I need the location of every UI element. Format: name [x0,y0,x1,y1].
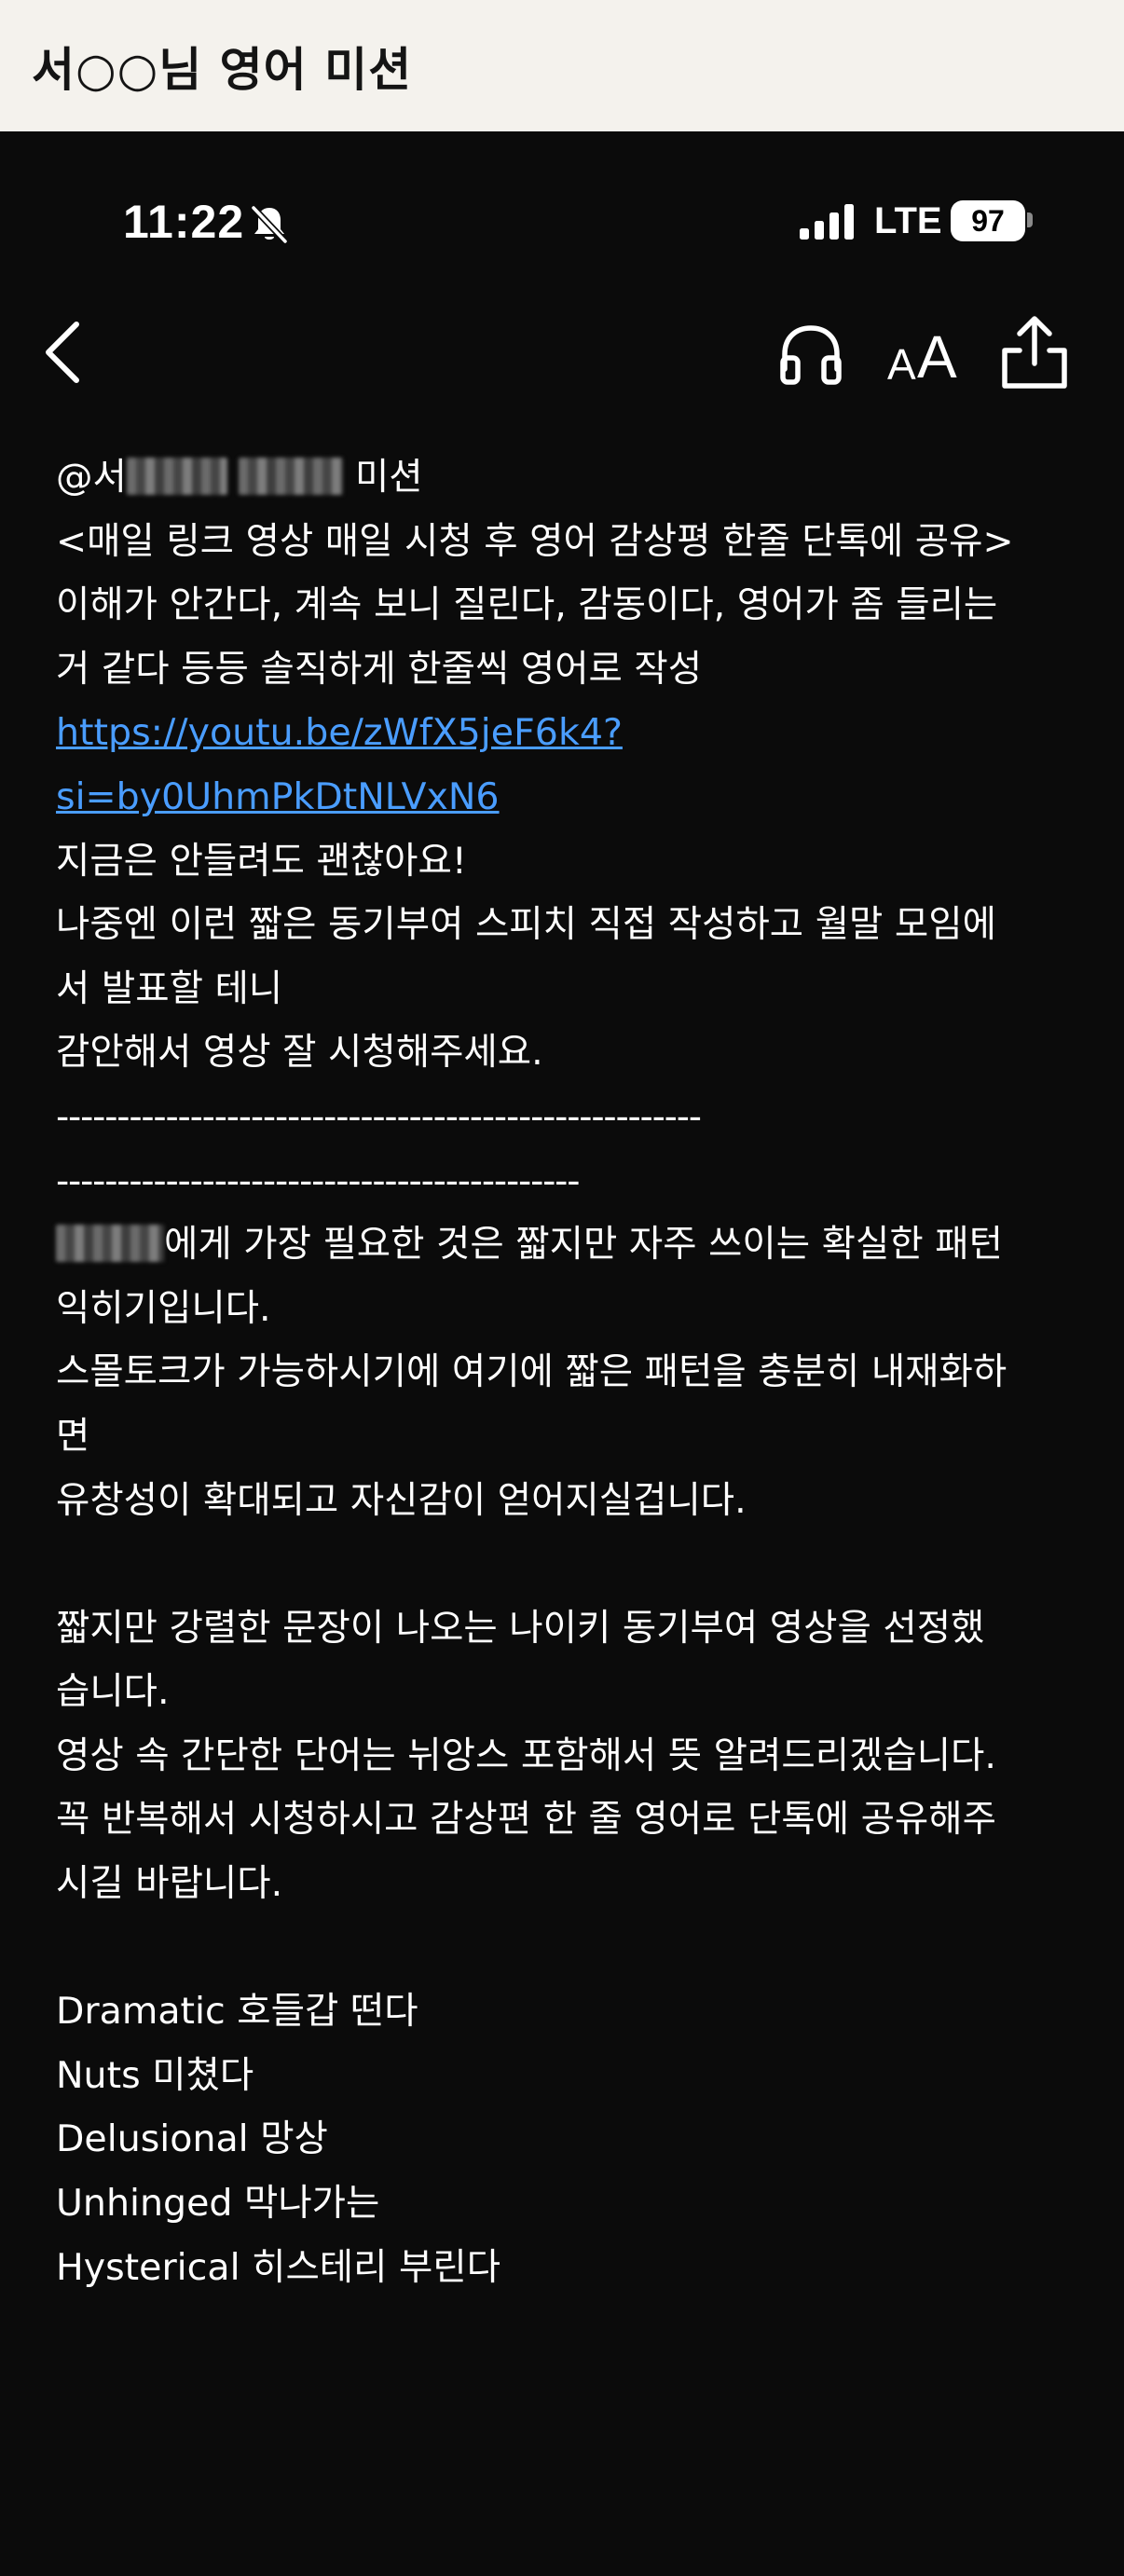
mention-prefix: @서 [56,456,127,499]
text-size-button[interactable]: A A [884,317,960,391]
message-line: 이해가 안간다, 계속 보니 질린다, 감동이다, 영어가 좀 들리는 [56,583,998,627]
message-line: 짧지만 강렬한 문장이 나오는 나이키 동기부여 영상을 선정했 [56,1606,985,1650]
message-line: 나중엔 이런 짧은 동기부여 스피치 직접 작성하고 월말 모임에 [56,903,996,947]
mention-suffix: 미션 [354,456,423,499]
redacted-name [56,1225,164,1263]
message-line: 꼭 반복해서 시청하시고 감상편 한 줄 영어로 단톡에 공유해주 [56,1798,996,1842]
redacted-word [239,458,344,495]
message-line: 서 발표할 테니 [56,966,283,1010]
vocab-item: Dramatic 호들갑 떤다 [56,1990,418,2034]
video-link-continued[interactable]: si=by0UhmPkDtNLVxN6 [56,775,500,818]
chevron-left-icon[interactable] [37,319,93,386]
message-line: 지금은 안들려도 괜찮아요! [56,839,467,883]
signal-icon [800,204,854,240]
message-line: 면 [56,1414,90,1458]
battery-tip [1027,212,1033,227]
status-time: 11:22 [123,196,245,248]
battery-level: 97 [971,203,1005,238]
message-line: <매일 링크 영상 매일 시청 후 영어 감상평 한줄 단톡에 공유> [56,519,1014,563]
divider-line: ----------------------------------------… [56,1094,702,1138]
redacted-name [126,458,227,495]
network-label: LTE [874,200,942,241]
text-size-small-label: A [887,340,916,389]
video-link-line-2: si=by0UhmPkDtNLVxN6 [56,765,1081,829]
bell-slash-icon [251,205,288,244]
nav-bar: A A [0,308,1124,397]
message-line-suffix: 에게 가장 필요한 것은 짧지만 자주 쓰이는 확실한 패턴 [164,1223,1003,1267]
vocab-item: Nuts 미쳤다 [56,2053,254,2097]
message-line: 영상 속 간단한 단어는 뉘앙스 포함해서 뜻 알려드리겠습니다. [56,1733,996,1777]
vocab-item: Hysterical 히스테리 부린다 [56,2245,501,2289]
message-line: 감안해서 영상 잘 시청해주세요. [56,1031,543,1075]
text-size-large-label: A [917,323,957,391]
message-line: 거 같다 등등 솔직하게 한줄씩 영어로 작성 [56,647,703,691]
headphones-icon[interactable] [774,317,848,391]
battery-indicator: 97 [951,200,1025,241]
share-icon[interactable] [997,313,1072,391]
message-line: 에게 가장 필요한 것은 짧지만 자주 쓰이는 확실한 패턴 [56,1213,1081,1277]
message-line: 익히기입니다. [56,1286,271,1330]
mention-line: @서 미션 [56,445,1081,510]
video-link[interactable]: https://youtu.be/zWfX5jeF6k4? [56,711,623,754]
vocab-item: Delusional 망상 [56,2117,328,2161]
message-line: 시길 바랍니다. [56,1862,283,1906]
banner-title: 서○○님 영어 미션 [32,42,413,97]
message-line: 습니다. [56,1670,170,1714]
status-bar: 11:22 LTE 97 [0,182,1124,266]
message-body: @서 미션 <매일 링크 영상 매일 시청 후 영어 감상평 한줄 단톡에 공유… [56,445,1081,2299]
message-line: 유창성이 확대되고 자신감이 얻어지실겁니다. [56,1478,747,1522]
vocab-item: Unhinged 막나가는 [56,2182,380,2226]
video-link-line-1: https://youtu.be/zWfX5jeF6k4? [56,701,1081,765]
message-line: 스몰토크가 가능하시기에 여기에 짧은 패턴을 충분히 내재화하 [56,1350,1007,1394]
divider-line: ----------------------------------------… [56,1158,580,1202]
top-banner: 서○○님 영어 미션 [0,0,1124,131]
